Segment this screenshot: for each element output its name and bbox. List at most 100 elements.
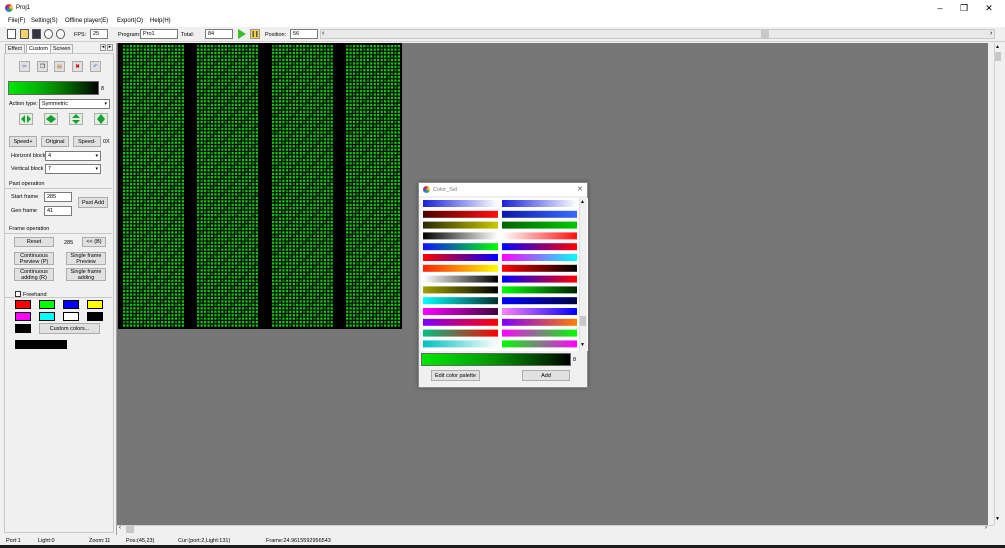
expand-button[interactable] xyxy=(44,113,58,125)
palette-swatch xyxy=(502,297,577,305)
back-button[interactable]: << (B) xyxy=(82,237,106,247)
tab-effect[interactable]: Effect xyxy=(5,44,25,53)
menu-setting[interactable]: Setting(S) xyxy=(31,18,58,24)
total-input[interactable]: 84 xyxy=(205,29,233,39)
tab-custom[interactable]: Custom xyxy=(26,44,51,53)
palette-swatch xyxy=(423,340,498,348)
palette-swatch xyxy=(423,264,498,272)
scroll-left-icon[interactable]: ‹ xyxy=(322,30,324,38)
vertical-block-select[interactable]: 7 ▾ xyxy=(45,164,101,174)
single-frame-preview-button[interactable]: Single frame Preview xyxy=(66,252,106,265)
gen-frame-input[interactable]: 41 xyxy=(44,206,72,216)
scroll-left-icon[interactable]: ‹ xyxy=(119,525,121,531)
color-swatch[interactable] xyxy=(39,312,55,321)
edit-color-palette-button[interactable]: Edit color palette xyxy=(431,370,480,381)
copy-icon[interactable]: ❐ xyxy=(37,61,48,72)
menu-help[interactable]: Help(H) xyxy=(150,18,171,24)
color-wheel-icon xyxy=(5,4,13,12)
start-frame-input[interactable]: 285 xyxy=(44,192,72,202)
color-swatch[interactable] xyxy=(39,300,55,309)
vertical-block-value: 7 xyxy=(48,166,52,172)
menu-offline-player[interactable]: Offline player(E) xyxy=(65,18,108,24)
horizontal-block-select[interactable]: 4 ▾ xyxy=(45,151,101,161)
add-button[interactable]: Add xyxy=(522,370,570,381)
menu-file[interactable]: File(F) xyxy=(8,18,25,24)
pause-icon[interactable] xyxy=(250,29,260,39)
palette-scrollbar[interactable] xyxy=(579,198,587,351)
chevron-down-icon: ▾ xyxy=(95,153,98,159)
restore-button[interactable]: ❐ xyxy=(952,0,976,17)
scroll-down-icon[interactable]: ▼ xyxy=(580,342,585,348)
tab-screen[interactable]: Screen xyxy=(50,44,74,53)
palette-swatch xyxy=(423,308,498,315)
horizontal-scrollbar[interactable] xyxy=(117,525,994,534)
position-scrollbar[interactable] xyxy=(320,29,995,39)
cut-icon[interactable]: ✂ xyxy=(19,61,30,72)
original-button[interactable]: Original xyxy=(41,136,69,147)
palette-swatch xyxy=(502,329,577,337)
paste-icon[interactable]: ▤ xyxy=(54,61,65,72)
program-input[interactable]: Pro1 xyxy=(140,29,178,39)
scroll-down-icon[interactable]: ▼ xyxy=(995,516,1000,522)
speed-plus-button[interactable]: Speed+ xyxy=(9,136,37,147)
chevron-down-icon: ▾ xyxy=(95,166,98,172)
menu-export[interactable]: Export(O) xyxy=(117,18,143,24)
open-folder-icon[interactable] xyxy=(20,29,29,39)
play-icon[interactable] xyxy=(237,29,247,39)
color-strip[interactable] xyxy=(8,81,99,95)
total-label: Total: xyxy=(181,32,195,38)
title-bar xyxy=(0,0,1005,17)
start-frame-label: Start frame xyxy=(11,194,39,200)
palette-list[interactable] xyxy=(421,198,588,351)
dialog-close-icon[interactable]: ✕ xyxy=(577,185,583,193)
action-type-select[interactable]: Symmetric ▾ xyxy=(39,99,110,109)
scroll-right-icon[interactable]: › xyxy=(985,525,987,531)
fps-stepper[interactable]: 25 xyxy=(90,29,108,39)
vertical-scroll-thumb[interactable] xyxy=(995,52,1001,61)
palette-swatch xyxy=(502,254,577,261)
speed-minus-button[interactable]: Speed- xyxy=(73,136,101,147)
divider xyxy=(5,188,112,189)
reset-button[interactable]: Reset xyxy=(14,237,54,247)
position-input[interactable]: 56 xyxy=(290,29,318,39)
selected-color-swatch[interactable] xyxy=(15,324,31,333)
move-horizontal-button[interactable] xyxy=(19,113,33,125)
scroll-up-icon[interactable]: ▲ xyxy=(995,44,1000,50)
current-color-preview xyxy=(15,340,67,349)
color-swatch[interactable] xyxy=(15,300,31,309)
palette-swatch xyxy=(423,318,498,326)
vertical-scrollbar[interactable] xyxy=(994,43,1003,525)
horizontal-scroll-thumb[interactable] xyxy=(126,526,134,533)
status-cursor: Cur:(port:2,Light:131) xyxy=(178,538,231,544)
zoom-in-icon[interactable] xyxy=(44,29,53,39)
minimize-button[interactable]: – xyxy=(928,0,952,17)
scroll-right-icon[interactable]: › xyxy=(990,30,992,38)
close-button[interactable]: ✕ xyxy=(977,0,1001,17)
color-swatch[interactable] xyxy=(63,300,79,309)
color-swatch[interactable] xyxy=(87,300,103,309)
collapse-button[interactable] xyxy=(94,113,108,125)
delete-icon[interactable]: ✖ xyxy=(72,61,83,72)
zoom-out-icon[interactable] xyxy=(56,29,65,39)
single-frame-adding-button[interactable]: Single frame adding xyxy=(66,268,106,281)
tab-next-arrow[interactable]: ▸ xyxy=(107,44,113,51)
undo-icon[interactable]: ↶ xyxy=(90,61,101,72)
move-vertical-button[interactable] xyxy=(69,113,83,125)
color-swatch[interactable] xyxy=(15,312,31,321)
palette-scroll-thumb[interactable] xyxy=(580,316,586,326)
palette-rows[interactable] xyxy=(421,198,581,351)
led-matrix-grid[interactable] xyxy=(118,43,402,329)
tab-prev-arrow[interactable]: ◂ xyxy=(100,44,106,51)
color-swatch[interactable] xyxy=(87,312,103,321)
custom-colors-button[interactable]: Custom colors... xyxy=(39,323,100,334)
scroll-up-icon[interactable]: ▲ xyxy=(580,199,585,205)
palette-count: 8 xyxy=(573,357,577,363)
color-swatch[interactable] xyxy=(63,312,79,321)
past-add-button[interactable]: Past Add xyxy=(78,197,108,208)
continuous-adding-button[interactable]: Continuous adding (R) xyxy=(14,268,54,281)
save-icon[interactable] xyxy=(32,29,41,39)
position-scroll-thumb[interactable] xyxy=(761,30,769,38)
led-matrix-canvas[interactable] xyxy=(118,43,402,329)
continuous-preview-button[interactable]: Continuous Preview (P) xyxy=(14,252,54,265)
new-file-icon[interactable] xyxy=(7,29,16,39)
